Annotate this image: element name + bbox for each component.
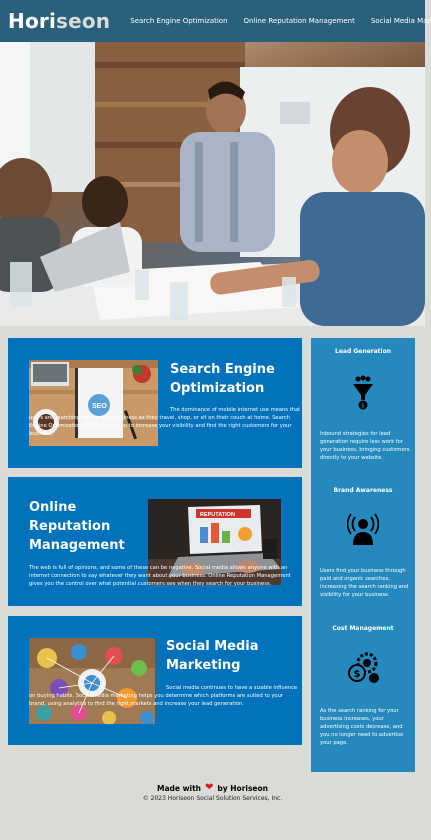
- nav-link-smm[interactable]: Social Media Marketing: [371, 17, 431, 25]
- nav-link-orm[interactable]: Online Reputation Management: [244, 17, 355, 25]
- gears-dollar-icon: $: [348, 652, 379, 683]
- funnel-icon: $: [353, 375, 373, 410]
- orm-image-label: REPUTATION: [200, 512, 235, 518]
- smm-image: [29, 638, 155, 724]
- benefit-brand: Brand Awareness Users find your business…: [311, 487, 415, 617]
- site-header: Horiseon Search Engine Optimization Onli…: [0, 0, 431, 42]
- heart-icon: ❤: [205, 782, 214, 793]
- nav-link-seo[interactable]: Search Engine Optimization: [130, 17, 227, 25]
- benefit-cost-body: As the search ranking for your business …: [320, 708, 404, 747]
- benefit-cost: Cost Management $ As the search ranking …: [311, 625, 415, 765]
- logo-main-text: Hori: [8, 9, 56, 33]
- orm-body: The web is full of opinions, and some of…: [29, 564, 301, 588]
- site-footer: Made with ❤ by Horiseon © 2023 Horiseon …: [0, 783, 425, 803]
- section-smm: Social Media Marketing Social media cont…: [8, 616, 302, 745]
- footer-made-suffix: by Horiseon: [217, 783, 269, 793]
- svg-text:$: $: [361, 403, 365, 410]
- footer-made-prefix: Made with: [156, 783, 201, 793]
- seo-title: Search Engine Optimization: [170, 362, 275, 396]
- benefit-cost-title: Cost Management: [332, 625, 394, 632]
- benefit-lead-body: Inbound strategies for lead generation r…: [320, 431, 410, 462]
- brand-awareness-icon: [311, 513, 415, 551]
- smm-body: Social media continues to have a sizable…: [29, 685, 298, 708]
- benefit-lead: Lead Generation $ Inbound strategies for…: [311, 348, 415, 478]
- svg-text:$: $: [354, 669, 361, 680]
- smm-title: Social Media Marketing: [166, 639, 259, 673]
- hero-image: [0, 42, 425, 326]
- footer-made-with: Made with ❤ by Horiseon: [0, 783, 425, 793]
- footer-copyright: © 2023 Horiseon Social Solution Services…: [142, 795, 283, 802]
- smm-network-illustration: [29, 638, 155, 724]
- site-logo[interactable]: Horiseon: [8, 9, 110, 33]
- section-seo: SEO Search Engine Optimization The domin…: [8, 338, 302, 468]
- main-nav: Search Engine Optimization Online Reputa…: [130, 17, 431, 25]
- benefit-brand-title: Brand Awareness: [333, 487, 393, 494]
- orm-body-text: The web is full of opinions, and some of…: [29, 565, 291, 588]
- logo-accent-text: seon: [56, 9, 111, 33]
- benefits-sidebar: Lead Generation $ Inbound strategies for…: [311, 338, 415, 772]
- benefit-lead-title: Lead Generation: [335, 348, 391, 355]
- section-orm: Online Reputation Management REPUTATION …: [8, 477, 302, 606]
- broadcast-person-icon: [346, 513, 380, 545]
- lead-generation-icon: $: [311, 375, 415, 415]
- cost-management-icon: $: [311, 651, 415, 689]
- hero-office-scene: [0, 42, 425, 326]
- benefit-brand-body: Users find your business through paid an…: [320, 568, 409, 599]
- orm-title: Online Reputation Management: [29, 500, 125, 553]
- seo-body: The dominance of mobile internet use mea…: [29, 407, 301, 438]
